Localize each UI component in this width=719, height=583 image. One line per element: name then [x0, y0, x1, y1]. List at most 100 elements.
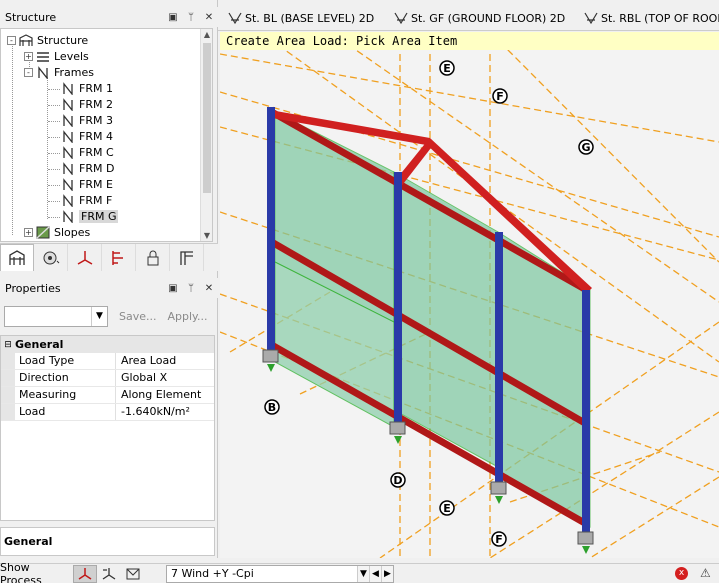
collapse-icon[interactable]: ⊟ — [1, 340, 15, 350]
tree-scrollbar[interactable]: ▲ ▼ — [200, 29, 212, 241]
grid-label: F — [495, 533, 503, 546]
view-tabstrip: St. BL (BASE LEVEL) 2D St. GF (GROUND FL… — [218, 0, 719, 31]
tab-loading[interactable] — [34, 244, 68, 271]
property-row[interactable]: Load -1.640kN/m² — [1, 404, 214, 421]
tree-item-label: Structure — [37, 33, 89, 47]
tree-item-frm-e[interactable]: FRM E — [61, 176, 113, 192]
object-selector-dropdown[interactable]: ▼ — [4, 305, 108, 327]
tab-top-of-roof[interactable]: St. RBL (TOP OF ROOF B — [584, 8, 719, 28]
structure-panel-title: Structure — [5, 10, 57, 24]
frame-icon — [63, 209, 73, 223]
tree-item-slopes[interactable]: + Slopes — [24, 224, 90, 240]
tree-item-label: FRM 4 — [79, 129, 113, 143]
analysis-toggle-icon[interactable] — [73, 564, 97, 583]
structure-tree[interactable]: - Structure + Levels - Frames FRM 1 FRM … — [0, 28, 213, 242]
tree-item-label: FRM G — [79, 209, 119, 223]
save-button[interactable]: Save... — [119, 310, 157, 323]
tab-lock[interactable] — [136, 244, 170, 271]
close-icon[interactable]: ✕ — [200, 283, 218, 294]
collapse-icon[interactable]: - — [24, 67, 33, 77]
error-icon[interactable]: x — [675, 567, 688, 580]
tab-label: St. RBL (TOP OF ROOF B — [601, 11, 719, 25]
tree-item-frm-c[interactable]: FRM C — [61, 144, 114, 160]
design-toggle-icon[interactable] — [97, 565, 121, 583]
pin-icon[interactable]: ᛘ — [182, 283, 200, 294]
drawing-tab-icon — [179, 250, 193, 265]
property-key: Load — [15, 404, 116, 420]
grid-label: B — [268, 401, 276, 414]
scroll-up-icon[interactable]: ▲ — [201, 30, 212, 39]
tab-analysis[interactable] — [68, 244, 102, 271]
design-tab-icon — [111, 250, 123, 265]
frame-icon — [63, 113, 73, 127]
tab-design[interactable] — [102, 244, 136, 271]
tab-label: St. BL (BASE LEVEL) 2D — [245, 11, 375, 25]
frame-icon — [63, 145, 73, 159]
command-prompt: Create Area Load: Pick Area Item — [220, 32, 719, 50]
scroll-thumb[interactable] — [203, 43, 211, 193]
tree-item-structure[interactable]: - Structure — [7, 32, 88, 48]
property-value[interactable]: -1.640kN/m² — [116, 404, 214, 420]
tab-structure[interactable] — [0, 244, 34, 271]
tree-item-frm-d[interactable]: FRM D — [61, 160, 114, 176]
frame-icon — [63, 177, 73, 191]
grid-label: G — [581, 141, 590, 154]
tree-item-label: FRM E — [79, 177, 113, 191]
tree-item-frm-3[interactable]: FRM 3 — [61, 112, 113, 128]
slope-icon — [36, 225, 50, 239]
structure-model-drawing[interactable]: E F G B D E F — [220, 32, 719, 558]
property-row[interactable]: Direction Global X — [1, 370, 214, 387]
tree-item-frm-4[interactable]: FRM 4 — [61, 128, 113, 144]
lock-icon — [147, 250, 158, 265]
grid-label: D — [393, 474, 402, 487]
tab-base-level[interactable]: St. BL (BASE LEVEL) 2D — [228, 8, 374, 28]
expand-icon[interactable]: + — [24, 227, 33, 237]
property-value[interactable]: Global X — [116, 370, 214, 386]
tree-item-frm-f[interactable]: FRM F — [61, 192, 112, 208]
tree-item-frm-g[interactable]: FRM G — [61, 208, 119, 224]
show-process-button[interactable]: Show Process — [0, 561, 73, 583]
properties-toolbar: ▼ Save... Apply... — [0, 304, 218, 328]
next-arrow-icon[interactable]: ▶ — [381, 566, 393, 582]
property-row[interactable]: Measuring Along Element — [1, 387, 214, 404]
pin-icon[interactable]: ᛘ — [182, 12, 200, 23]
load-case-value: 7 Wind +Y -Cpi — [171, 567, 254, 580]
grid-label: F — [496, 90, 504, 103]
plan-view-icon — [228, 12, 242, 25]
property-row[interactable]: Load Type Area Load — [1, 353, 214, 370]
grid-label: E — [443, 62, 451, 75]
load-case-selector[interactable]: 7 Wind +Y -Cpi ▼ ◀ ▶ — [166, 565, 394, 583]
tab-drawing[interactable] — [170, 244, 204, 271]
panel-menu-icon[interactable]: ▣ — [164, 12, 182, 23]
tree-item-label: Slopes — [54, 225, 91, 239]
chevron-down-icon[interactable]: ▼ — [91, 306, 107, 326]
tree-item-levels[interactable]: + Levels — [24, 48, 89, 64]
tree-item-label: FRM D — [79, 161, 115, 175]
collapse-icon[interactable]: - — [7, 35, 16, 45]
chevron-down-icon[interactable]: ▼ — [357, 566, 369, 582]
expand-icon[interactable]: + — [24, 51, 33, 61]
property-value[interactable]: Area Load — [116, 353, 214, 369]
tab-ground-floor[interactable]: St. GF (GROUND FLOOR) 2D — [394, 8, 565, 28]
grid-label: E — [443, 502, 451, 515]
previous-arrow-icon[interactable]: ◀ — [369, 566, 381, 582]
property-grid: ⊟ General Load Type Area Load Direction Gl… — [0, 335, 215, 521]
property-category[interactable]: ⊟ General — [1, 336, 214, 353]
tree-item-frm-2[interactable]: FRM 2 — [61, 96, 113, 112]
frame-icon — [63, 81, 73, 95]
mail-icon[interactable] — [121, 565, 145, 583]
apply-button[interactable]: Apply... — [168, 310, 208, 323]
close-icon[interactable]: ✕ — [200, 12, 218, 23]
scroll-down-icon[interactable]: ▼ — [201, 231, 212, 240]
frame-structure-icon — [19, 33, 33, 46]
plan-view-icon — [584, 12, 598, 25]
loading-tab-icon — [43, 251, 59, 264]
tree-item-frames[interactable]: - Frames — [24, 64, 94, 80]
3d-viewport[interactable]: E F G B D E F — [220, 32, 719, 558]
property-value[interactable]: Along Element — [116, 387, 214, 403]
property-description: General — [0, 527, 215, 556]
warning-icon[interactable]: ⚠ — [700, 566, 711, 580]
panel-menu-icon[interactable]: ▣ — [164, 283, 182, 294]
tree-item-frm-1[interactable]: FRM 1 — [61, 80, 113, 96]
properties-panel-title: Properties — [5, 281, 61, 295]
